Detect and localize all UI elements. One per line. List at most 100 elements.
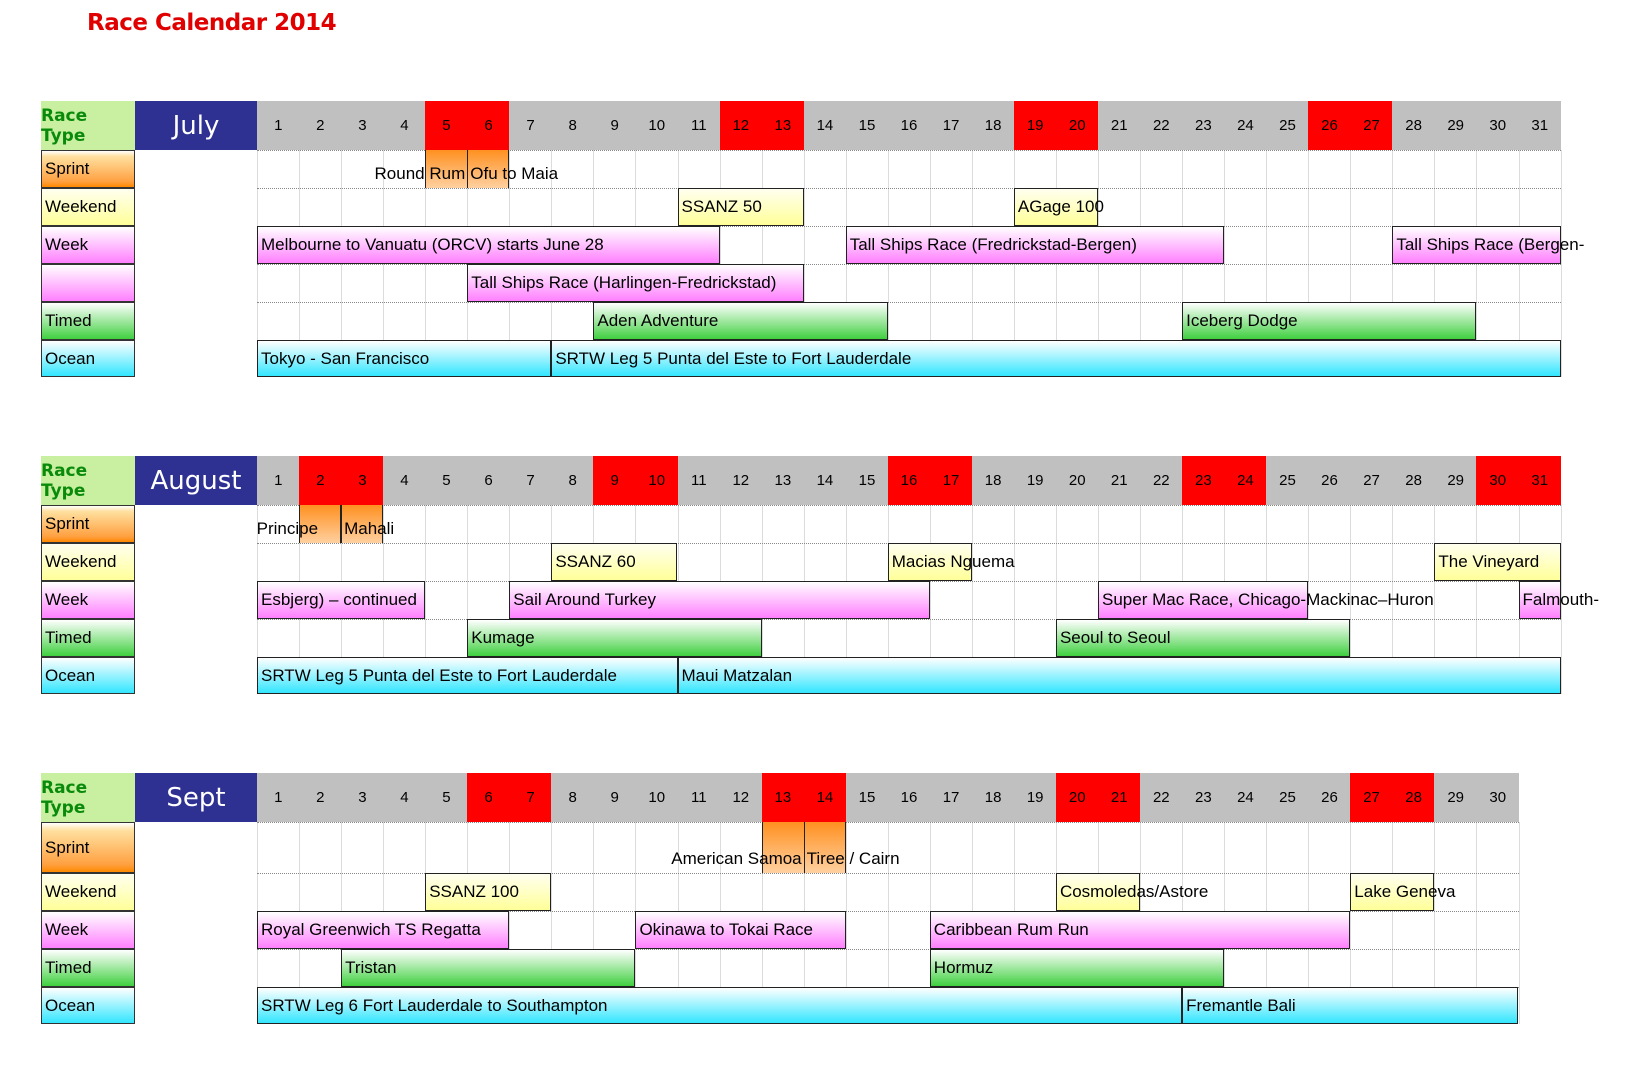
day-header-1: 1 — [257, 456, 300, 505]
event-macias-nguema[interactable]: Macias Nguema — [887, 543, 1015, 581]
event-agage-100[interactable]: AGage 100 — [1013, 188, 1104, 226]
day-header-17: 17 — [929, 773, 973, 822]
day-header-30: 30 — [1476, 456, 1519, 505]
event-ssanz-100[interactable]: SSANZ 100 — [425, 873, 552, 911]
day-header-13: 13 — [761, 456, 805, 505]
event-tall-ships-race-bergen[interactable]: Tall Ships Race (Bergen- — [1392, 226, 1584, 264]
day-header-30: 30 — [1476, 101, 1519, 150]
day-header-31: 31 — [1518, 456, 1562, 505]
grid-line — [1560, 150, 1562, 377]
day-header-28: 28 — [1392, 456, 1435, 505]
day-header-14: 14 — [803, 456, 847, 505]
day-header-16: 16 — [887, 101, 931, 150]
row-label-week: Week — [41, 226, 135, 264]
day-header-7: 7 — [509, 456, 552, 505]
event-ssanz-60[interactable]: SSANZ 60 — [551, 543, 678, 581]
month-name-august: August — [135, 456, 257, 505]
day-header-17: 17 — [929, 456, 973, 505]
row-label-weekend: Weekend — [41, 188, 135, 226]
day-header-28: 28 — [1392, 101, 1435, 150]
day-header-11: 11 — [677, 101, 721, 150]
event-mahali: Mahali — [344, 519, 395, 538]
event-maui-matzalan[interactable]: Maui Matzalan — [677, 657, 1561, 694]
row-label-weekend: Weekend — [41, 873, 135, 911]
event-ssanz-50[interactable]: SSANZ 50 — [677, 188, 804, 226]
event-iceberg-dodge[interactable]: Iceberg Dodge — [1182, 302, 1477, 340]
event-american-samoa: American Samoa — [671, 849, 802, 868]
day-header-4: 4 — [383, 101, 426, 150]
event-the-vineyard[interactable]: The Vineyard — [1434, 543, 1561, 581]
event-aden-adventure[interactable]: Aden Adventure — [593, 302, 888, 340]
event-sail-around-turkey[interactable]: Sail Around Turkey — [509, 581, 930, 619]
event-okinawa-to-tokai-race[interactable]: Okinawa to Tokai Race — [635, 911, 846, 949]
day-header-16: 16 — [887, 773, 931, 822]
day-header-28: 28 — [1392, 773, 1435, 822]
day-header-9: 9 — [593, 773, 636, 822]
event-lake-geneva[interactable]: Lake Geneva — [1350, 873, 1455, 911]
event-seoul-to-seoul[interactable]: Seoul to Seoul — [1055, 619, 1351, 657]
day-header-21: 21 — [1098, 101, 1141, 150]
row-label-timed: Timed — [41, 619, 135, 657]
day-header-5: 5 — [425, 101, 468, 150]
day-header-9: 9 — [593, 101, 636, 150]
event-tokyo-san-francisco[interactable]: Tokyo - San Francisco — [257, 340, 552, 377]
day-header-6: 6 — [467, 456, 510, 505]
day-header-21: 21 — [1098, 456, 1141, 505]
event-royal-greenwich-ts-regatta[interactable]: Royal Greenwich TS Regatta — [257, 911, 510, 949]
day-header-21: 21 — [1098, 773, 1141, 822]
grid-line — [1518, 822, 1520, 1024]
event-principe: Principe — [256, 519, 319, 538]
event-srtw-leg-5-punta-del-este-to-fort-lauderdale[interactable]: SRTW Leg 5 Punta del Este to Fort Lauder… — [257, 657, 678, 694]
row-label-sprint: Sprint — [41, 150, 135, 188]
day-header-15: 15 — [845, 773, 889, 822]
day-header-13: 13 — [761, 101, 805, 150]
event-esbjerg-continued[interactable]: Esbjerg) – continued — [257, 581, 426, 619]
row-label-sprint: Sprint — [41, 505, 135, 543]
event-srtw-leg-6-fort-lauderdale-to-southampton[interactable]: SRTW Leg 6 Fort Lauderdale to Southampto… — [257, 987, 1183, 1024]
day-header-10: 10 — [635, 773, 678, 822]
event-tiree-cairn: Tiree / Cairn — [806, 849, 900, 868]
event-ofu-to-maia: Ofu to Maia — [470, 164, 559, 183]
event-tristan[interactable]: Tristan — [341, 949, 636, 987]
day-header-12: 12 — [719, 773, 763, 822]
day-header-8: 8 — [551, 101, 594, 150]
row-label-weekend: Weekend — [41, 543, 135, 581]
row-label-ocean: Ocean — [41, 987, 135, 1024]
day-header-3: 3 — [341, 101, 384, 150]
day-header-27: 27 — [1350, 101, 1393, 150]
day-header-24: 24 — [1224, 773, 1267, 822]
day-header-12: 12 — [719, 101, 763, 150]
event-fremantle-bali[interactable]: Fremantle Bali — [1182, 987, 1519, 1024]
day-header-6: 6 — [467, 773, 510, 822]
event-tall-ships-race-harlingen-fredrickstad[interactable]: Tall Ships Race (Harlingen-Fredrickstad) — [467, 264, 804, 302]
race-type-header: Race Type — [41, 101, 135, 150]
event-super-mac-race-chicago-mackinac-huron[interactable]: Super Mac Race, Chicago-Mackinac–Huron — [1098, 581, 1434, 619]
row-label-ocean: Ocean — [41, 340, 135, 377]
event-kumage[interactable]: Kumage — [467, 619, 762, 657]
event-falmouth[interactable]: Falmouth- — [1518, 581, 1599, 619]
day-header-16: 16 — [887, 456, 931, 505]
day-header-18: 18 — [971, 456, 1015, 505]
event-melbourne-to-vanuatu-orcv-starts-june-28[interactable]: Melbourne to Vanuatu (ORCV) starts June … — [257, 226, 720, 264]
day-header-14: 14 — [803, 101, 847, 150]
month-name-sept: Sept — [135, 773, 257, 822]
day-header-20: 20 — [1055, 456, 1099, 505]
race-type-header: Race Type — [41, 456, 135, 505]
event-tall-ships-race-fredrickstad-bergen[interactable]: Tall Ships Race (Fredrickstad-Bergen) — [845, 226, 1225, 264]
day-header-15: 15 — [845, 456, 889, 505]
day-header-1: 1 — [257, 101, 300, 150]
event-cosmoledas-astore[interactable]: Cosmoledas/Astore — [1055, 873, 1208, 911]
day-header-25: 25 — [1266, 456, 1309, 505]
day-header-10: 10 — [635, 456, 678, 505]
page-title: Race Calendar 2014 — [87, 10, 337, 36]
event-hormuz[interactable]: Hormuz — [929, 949, 1225, 987]
event-srtw-leg-5-punta-del-este-to-fort-lauderdale[interactable]: SRTW Leg 5 Punta del Este to Fort Lauder… — [551, 340, 1561, 377]
day-header-27: 27 — [1350, 773, 1393, 822]
day-header-2: 2 — [299, 456, 342, 505]
day-header-20: 20 — [1055, 101, 1099, 150]
row-label-ocean: Ocean — [41, 657, 135, 694]
row-label-week: Week — [41, 581, 135, 619]
event-caribbean-rum-run[interactable]: Caribbean Rum Run — [929, 911, 1351, 949]
day-header-22: 22 — [1140, 456, 1183, 505]
day-header-4: 4 — [383, 456, 426, 505]
